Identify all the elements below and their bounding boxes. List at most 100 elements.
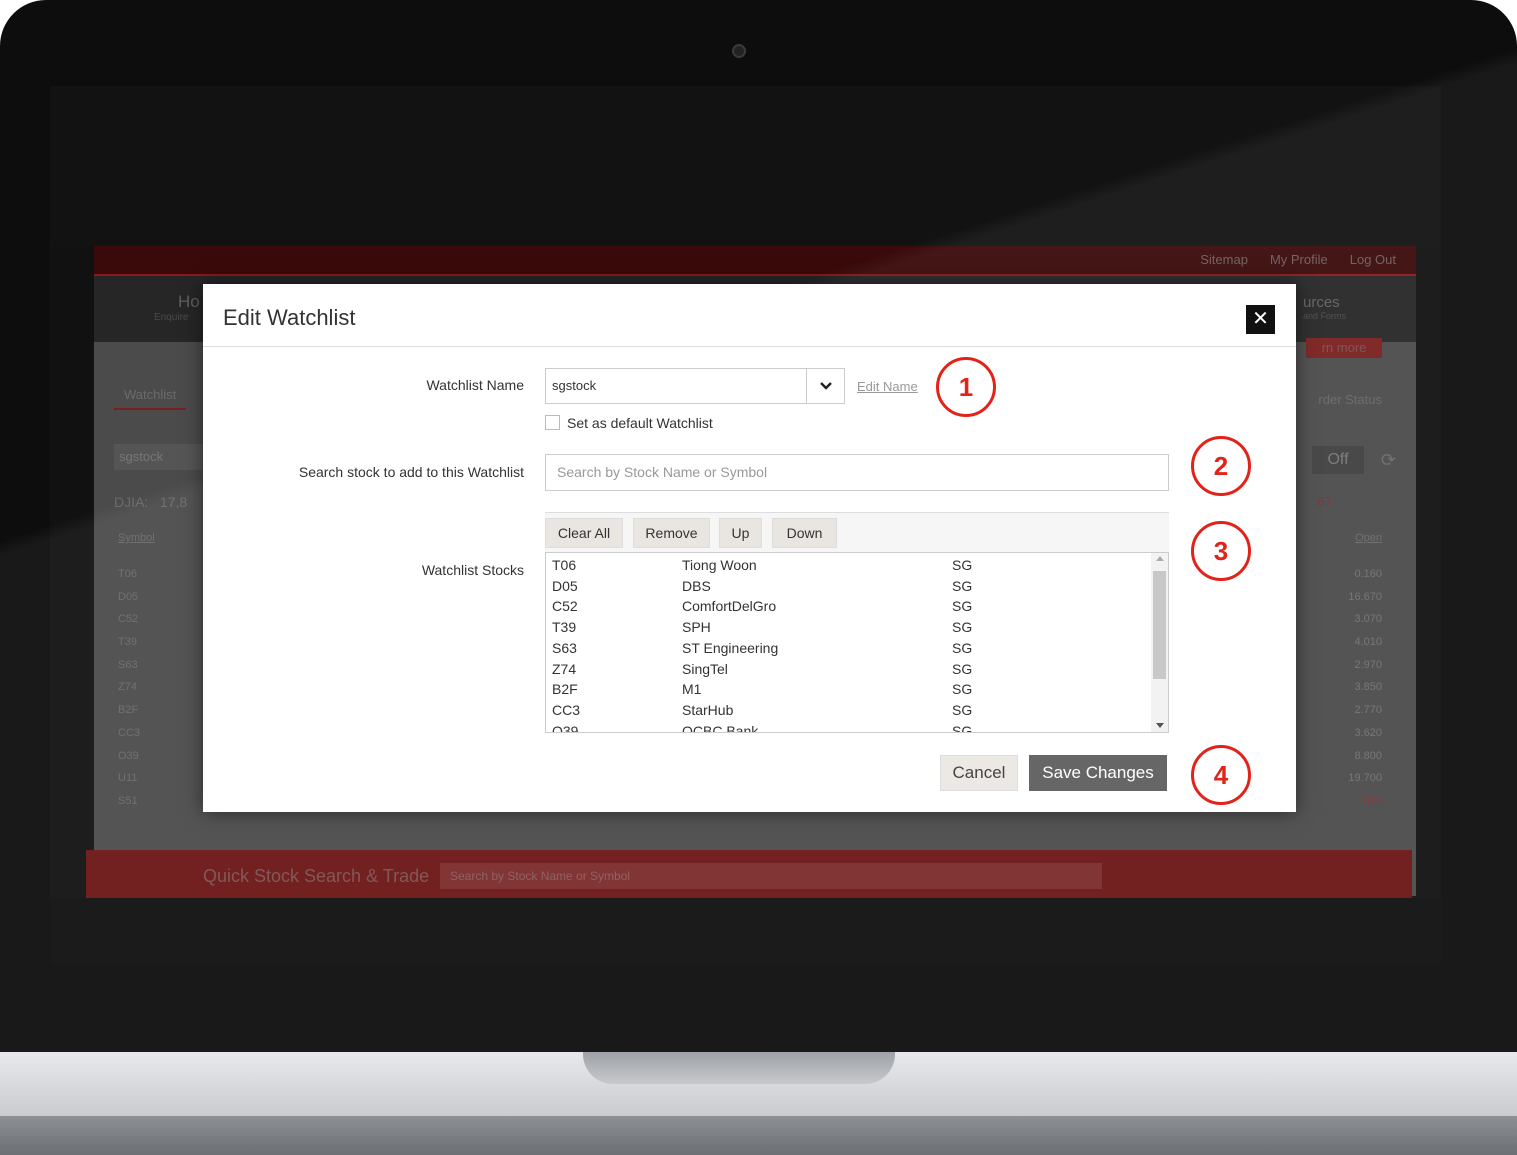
save-changes-button[interactable]: Save Changes — [1029, 755, 1167, 791]
dialog-title: Edit Watchlist — [223, 305, 356, 330]
stock-name: SPH — [682, 619, 711, 636]
open-value: 3.070 — [1354, 613, 1382, 626]
default-watchlist-label: Set as default Watchlist — [567, 415, 713, 431]
default-watchlist-checkbox[interactable] — [545, 415, 560, 430]
scroll-up-icon[interactable] — [1156, 556, 1164, 561]
stock-market: SG — [952, 681, 973, 698]
list-scrollbar[interactable] — [1151, 553, 1168, 732]
stock-market: SG — [952, 660, 973, 677]
remove-button[interactable]: Remove — [633, 518, 710, 548]
watchlist-stocks-list[interactable]: T06 Tiong Woon SG D05 DBS SG C52 ComfortDelGro S… — [545, 552, 1169, 733]
stock-market: SG — [952, 577, 973, 594]
list-item[interactable]: O39 OCBC Bank SG — [552, 722, 1152, 733]
stock-name: Tiong Woon — [682, 557, 757, 573]
divider — [203, 346, 1296, 347]
scrollbar-thumb[interactable] — [1153, 571, 1166, 679]
nav-item-resources[interactable]: urces and Forms — [1303, 294, 1346, 321]
open-value: 2.970 — [1354, 658, 1382, 671]
clear-all-button[interactable]: Clear All — [545, 518, 623, 548]
camera-icon — [732, 44, 746, 58]
close-icon[interactable]: ✕ — [1246, 305, 1275, 334]
stock-symbol: CC3 — [552, 701, 581, 718]
topbar-link[interactable]: Log Out — [1350, 252, 1396, 267]
open-value: 3.620 — [1354, 726, 1382, 739]
topbar-link[interactable]: Sitemap — [1200, 252, 1248, 267]
stock-name: OCBC Bank — [682, 722, 759, 733]
stock-name: M1 — [682, 681, 702, 698]
tab-order-status[interactable]: rder Status — [1318, 392, 1382, 407]
refresh-icon[interactable]: ⟳ — [1381, 450, 1396, 471]
open-value: 1.875 — [1354, 794, 1382, 807]
table-row: C52 — [118, 613, 139, 626]
cancel-button[interactable]: Cancel — [940, 755, 1018, 791]
watchlist-table: T06 D05 C52 T39 S63 Z74 B2F CC3 O39 U11 S51 — [118, 568, 140, 818]
callout-1: 1 — [936, 357, 996, 417]
stock-symbol: D05 — [552, 577, 578, 594]
callout-3: 3 — [1191, 521, 1251, 581]
edit-name-link[interactable]: Edit Name — [857, 379, 918, 394]
move-up-button[interactable]: Up — [719, 518, 762, 548]
open-value: 0.160 — [1354, 568, 1382, 580]
list-item[interactable]: CC3 StarHub SG — [552, 702, 1152, 723]
stock-search-input[interactable]: Search by Stock Name or Symbol — [545, 454, 1169, 491]
watchlist-select[interactable]: sgstock — [114, 444, 209, 470]
open-value: 16.670 — [1348, 590, 1382, 603]
open-value: 2.770 — [1354, 704, 1382, 717]
list-item[interactable]: D05 DBS SG — [552, 578, 1152, 599]
stock-symbol: T39 — [552, 619, 577, 636]
stock-name: ComfortDelGro — [682, 598, 777, 615]
list-item[interactable]: T06 Tiong Woon SG — [552, 557, 1152, 578]
search-stock-label: Search stock to add to this Watchlist — [298, 464, 524, 480]
laptop-notch — [583, 1052, 895, 1084]
stock-market: SG — [952, 619, 973, 636]
stock-symbol: Z74 — [552, 660, 577, 677]
list-item[interactable]: B2F M1 SG — [552, 681, 1152, 702]
callout-2: 2 — [1191, 436, 1251, 496]
list-item[interactable]: S63 ST Engineering SG — [552, 640, 1152, 661]
column-header-open[interactable]: Open — [1355, 532, 1382, 544]
quick-search-input[interactable]: Search by Stock Name or Symbol — [440, 863, 1102, 889]
move-down-button[interactable]: Down — [772, 518, 837, 548]
watchlist-name-label: Watchlist Name — [426, 377, 524, 393]
table-row: T39 — [118, 636, 137, 649]
open-values-column: 0.160 16.670 3.070 4.010 2.970 3.850 2.770 3.62… — [1348, 568, 1382, 818]
off-toggle-button[interactable]: Off — [1312, 446, 1364, 474]
nav-item-home[interactable]: Ho Enquire — [154, 292, 200, 323]
stock-market: SG — [952, 701, 973, 718]
stock-name: StarHub — [682, 701, 734, 718]
scroll-down-icon[interactable] — [1156, 723, 1164, 728]
watchlist-name-select[interactable]: sgstock — [545, 368, 845, 404]
stock-market: SG — [952, 557, 973, 573]
stock-symbol: O39 — [552, 722, 579, 733]
chevron-down-icon[interactable] — [806, 369, 844, 403]
table-row: Z74 — [118, 681, 137, 694]
stock-symbol: B2F — [552, 681, 578, 698]
stock-symbol: C52 — [552, 598, 578, 615]
stock-name: SingTel — [682, 660, 728, 677]
tab-watchlist[interactable]: Watchlist — [114, 381, 187, 410]
stock-market: SG — [952, 639, 973, 656]
stock-market: SG — [952, 722, 973, 733]
ticker-change: .67 — [1313, 494, 1332, 509]
list-item[interactable]: C52 ComfortDelGro SG — [552, 598, 1152, 619]
open-value: 19.700 — [1348, 772, 1382, 785]
column-header-symbol[interactable]: Symbol — [118, 532, 155, 544]
table-row: O39 — [118, 749, 139, 762]
stock-name: DBS — [682, 577, 711, 594]
open-value: 3.850 — [1354, 681, 1382, 694]
stock-market: SG — [952, 598, 973, 615]
table-row: U11 — [118, 772, 138, 785]
table-row: S63 — [118, 658, 138, 671]
table-row: D05 — [118, 590, 139, 603]
open-value: 8.800 — [1354, 749, 1382, 762]
topbar-link[interactable]: My Profile — [1270, 252, 1328, 267]
stock-symbol: T06 — [552, 557, 577, 573]
top-bar: Sitemap My Profile Log Out — [94, 246, 1416, 276]
stock-symbol: S63 — [552, 639, 577, 656]
table-row: S51 — [118, 794, 138, 807]
open-value: 4.010 — [1354, 636, 1382, 649]
list-item[interactable]: T39 SPH SG — [552, 619, 1152, 640]
learn-more-button[interactable]: rn more — [1306, 338, 1382, 358]
list-item[interactable]: Z74 SingTel SG — [552, 661, 1152, 682]
table-row: T06 — [118, 568, 137, 580]
